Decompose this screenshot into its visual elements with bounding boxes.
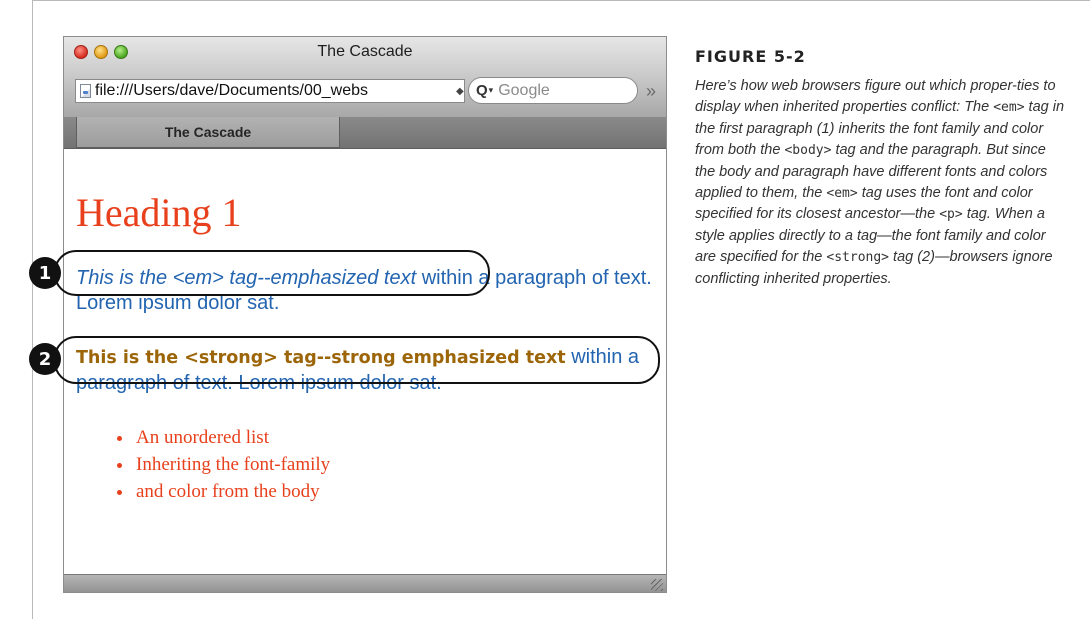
search-icon[interactable]: Q — [476, 82, 488, 99]
toolbar-overflow-icon[interactable]: » — [646, 81, 656, 102]
callout-badge-1: 1 — [29, 257, 61, 289]
callout-oval-2 — [54, 336, 660, 384]
unordered-list: An unordered list Inheriting the font-fa… — [106, 424, 330, 505]
address-bar[interactable]: file:///Users/dave/Documents/00_webs — [75, 79, 465, 103]
callout-oval-1 — [54, 250, 490, 296]
page-rule-left — [32, 0, 33, 619]
page-rule-top — [32, 0, 1090, 1]
resize-grip-icon[interactable] — [651, 579, 663, 591]
address-dropdown-icon[interactable]: ◆ — [456, 86, 464, 97]
caption-code: <p> — [939, 207, 963, 223]
address-text[interactable]: file:///Users/dave/Documents/00_webs — [95, 82, 368, 100]
figure-label: FIGURE 5-2 — [695, 47, 806, 66]
search-placeholder[interactable]: Google — [498, 82, 550, 100]
browser-window: The Cascade file:///Users/dave/Documents… — [63, 36, 667, 593]
list-item: and color from the body — [134, 478, 330, 505]
chevron-down-icon[interactable]: ▾ — [489, 85, 494, 96]
list-item: An unordered list — [134, 424, 330, 451]
title-bar: The Cascade file:///Users/dave/Documents… — [64, 37, 666, 117]
page-icon — [80, 84, 91, 98]
callout-badge-2: 2 — [29, 343, 61, 375]
caption-code: <em> — [993, 100, 1025, 116]
window-title: The Cascade — [317, 43, 413, 60]
search-field[interactable]: Q ▾ Google — [468, 77, 638, 104]
figure-caption: Here’s how web browsers figure out which… — [695, 76, 1065, 290]
page-heading: Heading 1 — [76, 190, 242, 235]
tab-the-cascade[interactable]: The Cascade — [76, 117, 340, 148]
status-bar — [64, 574, 666, 592]
list-item: Inheriting the font-family — [134, 451, 330, 478]
caption-code: <em> — [826, 186, 858, 202]
caption-code: <strong> — [826, 250, 890, 266]
caption-code: <body> — [784, 143, 832, 159]
tab-strip: The Cascade — [64, 117, 666, 149]
